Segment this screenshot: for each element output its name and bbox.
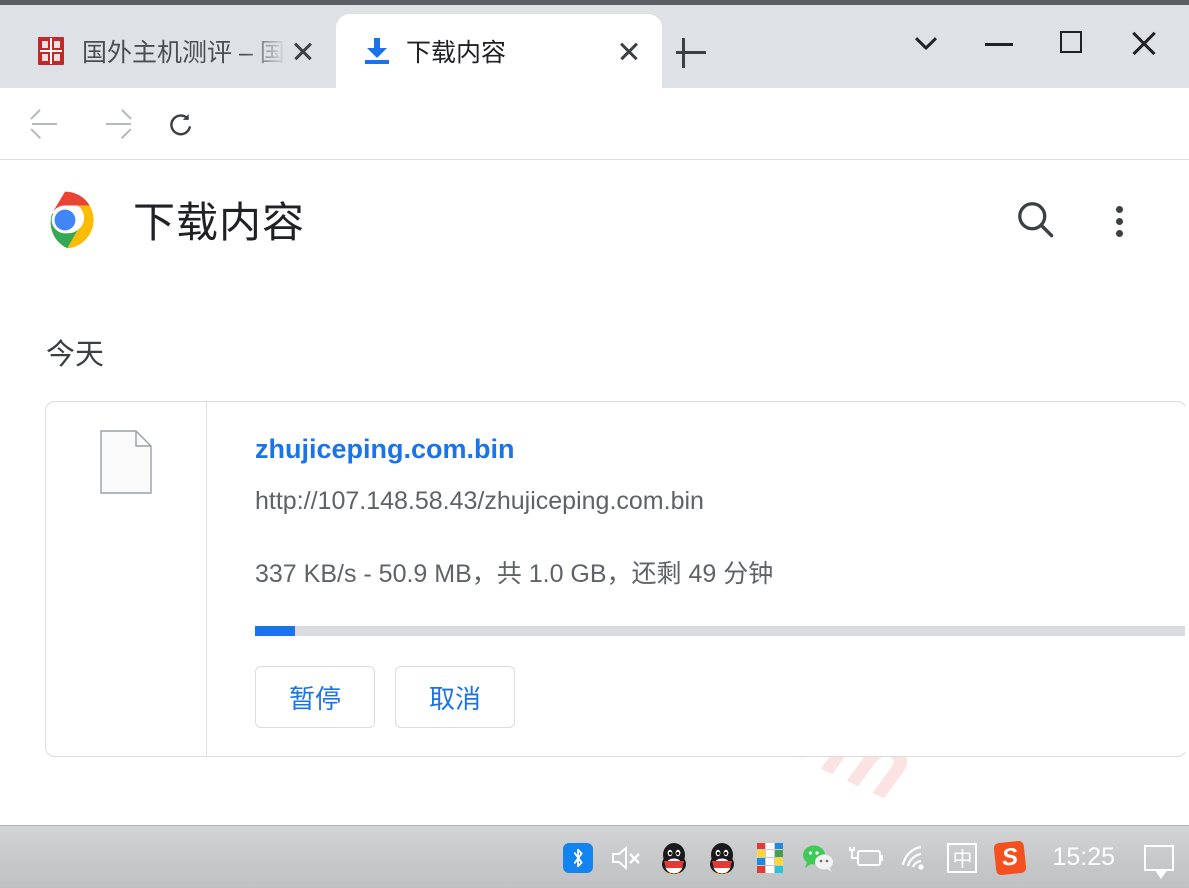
qq-icon-2[interactable] bbox=[698, 826, 746, 888]
back-button[interactable] bbox=[22, 102, 66, 146]
download-status-text: 337 KB/s - 50.9 MB，共 1.0 GB，还剩 49 分钟 bbox=[255, 554, 1189, 590]
system-taskbar: 中 S 15:25 bbox=[0, 825, 1189, 888]
volume-muted-icon[interactable] bbox=[602, 826, 650, 888]
downloads-page: zhujiceping.com 下载内容 今天 bbox=[0, 161, 1189, 825]
page-right-edge bbox=[1185, 161, 1189, 825]
search-icon[interactable] bbox=[1013, 197, 1061, 245]
tab-title: 下载内容 bbox=[406, 33, 612, 69]
window-title-bar-edge bbox=[0, 0, 1189, 5]
download-action-buttons: 暂停 取消 bbox=[255, 666, 1189, 728]
reload-icon bbox=[167, 111, 195, 139]
ime-chinese-icon[interactable]: 中 bbox=[938, 826, 986, 888]
tab-downloads[interactable]: 下载内容 bbox=[336, 14, 662, 88]
download-progress-bar bbox=[255, 626, 1189, 636]
wifi-icon[interactable] bbox=[890, 826, 938, 888]
sogou-icon[interactable]: S bbox=[986, 826, 1034, 888]
system-tray: 中 S 15:25 bbox=[554, 826, 1189, 888]
chrome-logo bbox=[36, 191, 94, 249]
download-arrow-icon bbox=[364, 38, 390, 64]
ime-label: 中 bbox=[947, 843, 977, 873]
taskbar-clock[interactable]: 15:25 bbox=[1034, 843, 1129, 872]
bluetooth-icon[interactable] bbox=[554, 826, 602, 888]
back-arrow-icon bbox=[30, 114, 58, 134]
new-tab-button[interactable] bbox=[668, 30, 714, 76]
notification-bubble-icon[interactable] bbox=[1129, 826, 1189, 888]
cancel-button[interactable]: 取消 bbox=[395, 666, 515, 728]
download-details: zhujiceping.com.bin http://107.148.58.43… bbox=[207, 402, 1189, 756]
date-group-heading: 今天 bbox=[46, 331, 104, 373]
tab-close-button[interactable] bbox=[612, 34, 646, 68]
file-icon-column bbox=[46, 402, 207, 756]
download-file-name-link[interactable]: zhujiceping.com.bin bbox=[255, 434, 515, 465]
wechat-icon[interactable] bbox=[794, 826, 842, 888]
downloads-menu-button[interactable] bbox=[1097, 195, 1141, 247]
window-controls bbox=[891, 14, 1179, 74]
minimize-button[interactable] bbox=[963, 15, 1035, 73]
browser-window: 国外主机测评 – 国 下载内容 bbox=[0, 0, 1189, 888]
pause-button[interactable]: 暂停 bbox=[255, 666, 375, 728]
download-item-card: zhujiceping.com.bin http://107.148.58.43… bbox=[45, 401, 1187, 757]
download-source-url: http://107.148.58.43/zhujiceping.com.bin bbox=[255, 487, 1189, 516]
generic-file-icon bbox=[100, 430, 152, 494]
chevron-down-icon[interactable] bbox=[891, 15, 963, 73]
downloads-page-header: 下载内容 bbox=[0, 161, 1189, 271]
tab-close-button[interactable] bbox=[286, 34, 320, 68]
maximize-button[interactable] bbox=[1035, 15, 1107, 73]
download-progress-fill bbox=[255, 626, 295, 636]
tab-title: 国外主机测评 – 国 bbox=[82, 33, 286, 69]
close-button[interactable] bbox=[1107, 15, 1179, 73]
tab-strip: 国外主机测评 – 国 下载内容 bbox=[0, 0, 1189, 88]
qq-icon-1[interactable] bbox=[650, 826, 698, 888]
sogou-label: S bbox=[994, 840, 1027, 875]
forward-arrow-icon bbox=[104, 114, 132, 134]
page-title: 下载内容 bbox=[133, 189, 305, 250]
red-seal-icon bbox=[36, 36, 66, 66]
battery-charging-icon[interactable] bbox=[842, 826, 890, 888]
color-grid-icon[interactable] bbox=[746, 826, 794, 888]
tab-guowai-zhuji-ceping[interactable]: 国外主机测评 – 国 bbox=[10, 14, 336, 88]
forward-button[interactable] bbox=[96, 102, 140, 146]
reload-button[interactable] bbox=[158, 102, 202, 146]
browser-toolbar: Chrome chrome://downloads bbox=[0, 88, 1189, 160]
